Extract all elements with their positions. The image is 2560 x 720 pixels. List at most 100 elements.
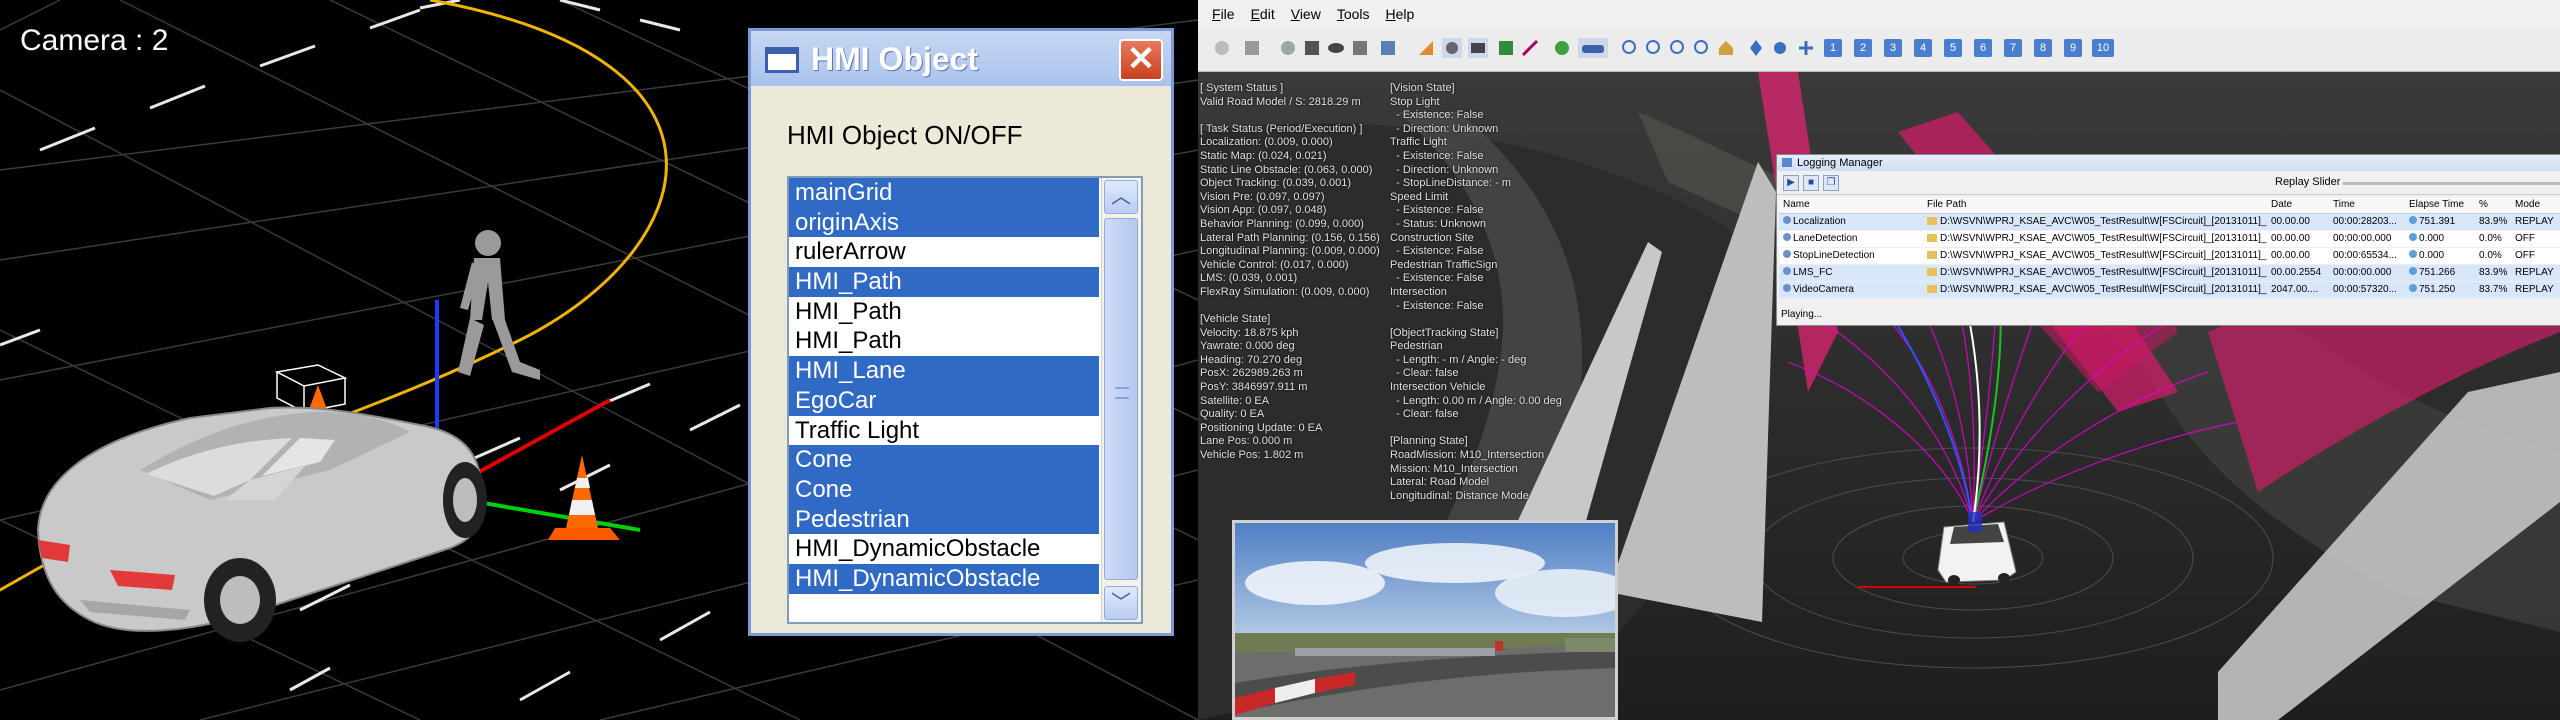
menu-edit[interactable]: Edit: [1251, 6, 1275, 22]
dialog-title: HMI Object: [811, 41, 979, 77]
move-icon[interactable]: [1746, 38, 1766, 58]
folder-icon[interactable]: [1927, 285, 1937, 293]
table-row[interactable]: VideoCamera D:\WSVN\WPRJ_KSAE_AVC\W05_Tes…: [1779, 281, 2560, 299]
column-header[interactable]: Mode: [2511, 197, 2560, 214]
hmi-object-listbox[interactable]: mainGrid originAxis rulerArrow HMI_Path HMI_…: [787, 176, 1143, 624]
menu-help[interactable]: Help: [1386, 6, 1415, 22]
copy-button[interactable]: ❐: [1823, 175, 1839, 191]
scroll-down-button[interactable]: ﹀: [1104, 586, 1138, 620]
cell-pct: 83.9%: [2475, 264, 2511, 282]
hmi-list-item[interactable]: EgoCar: [789, 385, 1099, 416]
column-header[interactable]: File Path: [1923, 197, 2267, 214]
column-header[interactable]: Date: [2267, 197, 2329, 214]
zoom-fit-icon[interactable]: [1668, 38, 1688, 58]
play-icon[interactable]: [1278, 38, 1298, 58]
hmi-list-item[interactable]: rulerArrow: [789, 237, 1099, 267]
eye-icon[interactable]: [1326, 38, 1346, 58]
hmi-list-item[interactable]: HMI_Path: [789, 297, 1099, 327]
column-header[interactable]: Time: [2329, 197, 2405, 214]
chart-icon[interactable]: [1416, 38, 1436, 58]
cell-text: 751.250: [2419, 284, 2456, 295]
zoom-in-icon[interactable]: [1620, 38, 1640, 58]
view-preset-10[interactable]: 10: [2092, 39, 2114, 57]
replay-slider[interactable]: [2343, 182, 2560, 185]
hmi-list-item[interactable]: originAxis: [789, 207, 1099, 238]
row-status-icon[interactable]: [1783, 250, 1791, 258]
hmi-list-item[interactable]: mainGrid: [789, 178, 1099, 208]
row-status-icon[interactable]: [1783, 284, 1791, 292]
hmi-list-item[interactable]: HMI_DynamicObstacle: [789, 563, 1099, 594]
column-header[interactable]: %: [2475, 197, 2511, 214]
scroll-up-button[interactable]: ︿: [1104, 180, 1138, 214]
table-row[interactable]: LaneDetection D:\WSVN\WPRJ_KSAE_AVC\W05_T…: [1779, 230, 2560, 248]
view-preset-4[interactable]: 4: [1914, 39, 1932, 57]
stop-icon[interactable]: [1302, 38, 1322, 58]
camera-icon[interactable]: [1468, 38, 1488, 58]
settings-icon[interactable]: [1378, 38, 1398, 58]
hmi-list-item[interactable]: HMI_DynamicObstacle: [789, 534, 1099, 564]
folder-icon[interactable]: [1927, 251, 1937, 259]
column-header[interactable]: Elapse Time: [2405, 197, 2475, 214]
cell-mode: OFF: [2511, 230, 2560, 248]
dialog-titlebar[interactable]: HMI Object ✕: [748, 28, 1174, 86]
folder-icon[interactable]: [1927, 234, 1937, 242]
simulation-3d-viewport[interactable]: [ System Status ] Valid Road Model / S: …: [1198, 72, 2560, 720]
view-preset-1[interactable]: 1: [1824, 39, 1842, 57]
table-row[interactable]: Localization D:\WSVN\WPRJ_KSAE_AVC\W05_Te…: [1779, 213, 2560, 231]
open-icon[interactable]: [1212, 38, 1232, 58]
tool-icon[interactable]: [1520, 38, 1540, 58]
row-status-icon[interactable]: [1783, 216, 1791, 224]
menu-file[interactable]: File: [1212, 6, 1235, 22]
record-icon[interactable]: [1350, 38, 1370, 58]
vehicle-icon[interactable]: [1578, 38, 1608, 58]
view-car-icon[interactable]: [1442, 38, 1462, 58]
table-row[interactable]: StopLineDetection D:\WSVN\WPRJ_KSAE_AVC\W…: [1779, 247, 2560, 265]
view-preset-6[interactable]: 6: [1974, 39, 1992, 57]
table-row[interactable]: LMS_FC D:\WSVN\WPRJ_KSAE_AVC\W05_TestResu…: [1779, 264, 2560, 282]
zoom-out-icon[interactable]: [1644, 38, 1664, 58]
hmi-list-item[interactable]: Pedestrian: [789, 504, 1099, 535]
hmi-list-item[interactable]: Traffic Light: [789, 416, 1099, 446]
hmi-list-item[interactable]: Cone: [789, 474, 1099, 505]
row-status-icon[interactable]: [1783, 233, 1791, 241]
row-status-icon[interactable]: [1783, 267, 1791, 275]
hmi-object-items: mainGrid originAxis rulerArrow HMI_Path HMI_…: [789, 178, 1099, 594]
cell-text: 0.000: [2419, 250, 2445, 261]
view-preset-5[interactable]: 5: [1944, 39, 1962, 57]
map-icon[interactable]: [1496, 38, 1516, 58]
view-preset-3[interactable]: 3: [1884, 39, 1902, 57]
view-preset-9[interactable]: 9: [2064, 39, 2082, 57]
cell-mode: REPLAY: [2511, 264, 2560, 282]
cell-date: 00.00.2554: [2267, 264, 2329, 282]
save-icon[interactable]: [1242, 38, 1262, 58]
front-camera-view: [1232, 520, 1618, 720]
view-preset-7[interactable]: 7: [2004, 39, 2022, 57]
cell-text: 751.391: [2419, 216, 2456, 227]
left-3d-viewport[interactable]: Camera : 2 HMI Object ✕ HMI Object ON/OF…: [0, 0, 1198, 720]
cell-elapse: 751.391: [2405, 213, 2475, 231]
close-button[interactable]: ✕: [1119, 39, 1163, 81]
logging-manager-titlebar[interactable]: Logging Manager: [1777, 155, 2560, 171]
folder-icon[interactable]: [1927, 217, 1937, 225]
hmi-list-item[interactable]: HMI_Path: [789, 326, 1099, 356]
hmi-list-item[interactable]: Cone: [789, 445, 1099, 475]
hmi-list-item[interactable]: HMI_Lane: [789, 356, 1099, 386]
column-header[interactable]: Name: [1779, 197, 1923, 214]
view-preset-2[interactable]: 2: [1854, 39, 1872, 57]
view-preset-8[interactable]: 8: [2034, 39, 2052, 57]
pan-icon[interactable]: [1796, 38, 1816, 58]
zoom-reset-icon[interactable]: [1692, 38, 1712, 58]
hmi-list-item[interactable]: HMI_Path: [789, 267, 1099, 297]
listbox-scrollbar[interactable]: ︿ ﹀: [1101, 178, 1141, 622]
menu-view[interactable]: View: [1291, 6, 1321, 22]
cell-text: 0.0%: [2479, 250, 2502, 261]
rotate-icon[interactable]: [1770, 38, 1790, 58]
scroll-thumb[interactable]: [1104, 218, 1138, 580]
clock-icon: [2409, 250, 2417, 258]
menu-tools[interactable]: Tools: [1337, 6, 1370, 22]
stop-button[interactable]: ■: [1803, 175, 1819, 191]
green-dot-icon[interactable]: [1552, 38, 1572, 58]
play-button[interactable]: ▶: [1783, 175, 1799, 191]
home-icon[interactable]: [1716, 38, 1736, 58]
folder-icon[interactable]: [1927, 268, 1937, 276]
